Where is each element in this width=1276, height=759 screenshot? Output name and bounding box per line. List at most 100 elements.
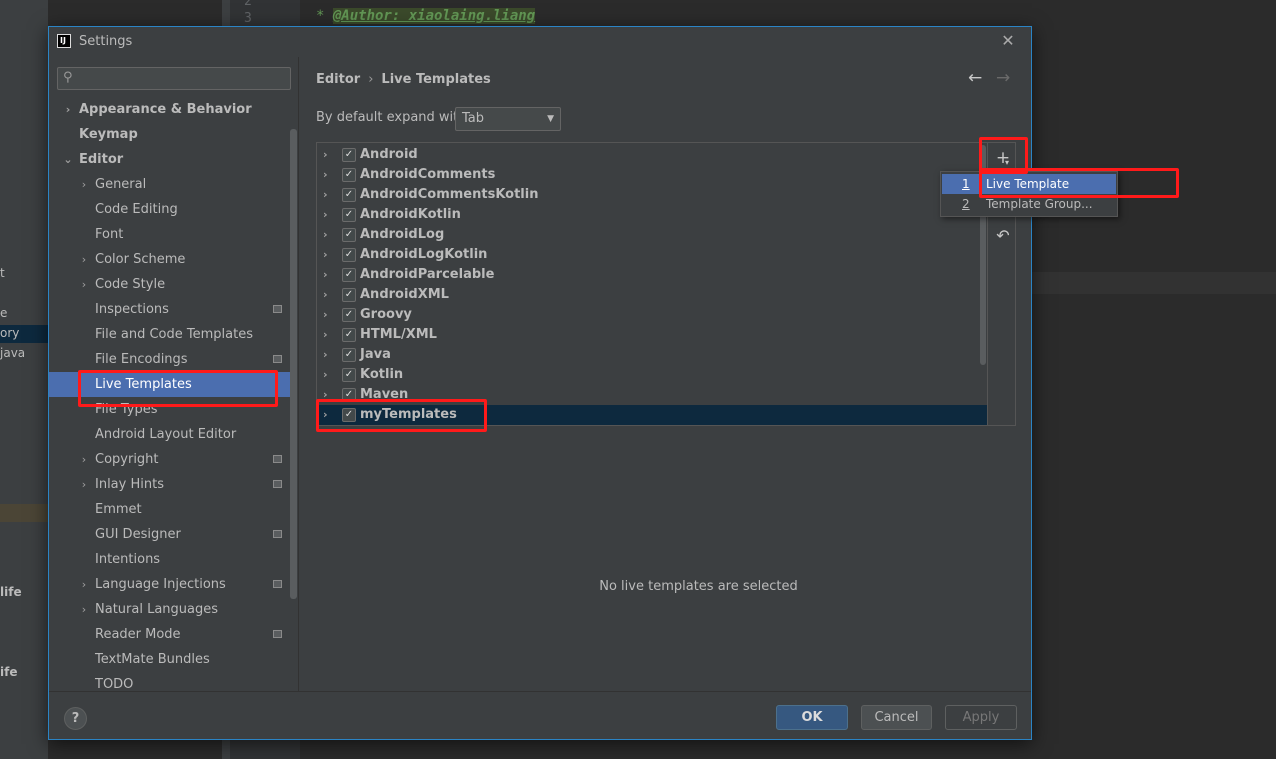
template-group-name: AndroidLogKotlin — [360, 247, 488, 262]
sidebar-item-label: Natural Languages — [95, 602, 219, 617]
chevron-right-icon[interactable]: › — [323, 365, 328, 385]
chevron-right-icon[interactable]: › — [78, 447, 90, 472]
template-group-row[interactable]: › ✓ AndroidXML — [317, 285, 987, 305]
apply-button[interactable]: Apply — [945, 705, 1017, 730]
intellij-app-icon: IJ — [57, 34, 71, 48]
chevron-right-icon[interactable]: › — [323, 225, 328, 245]
chevron-right-icon[interactable]: › — [323, 185, 328, 205]
project-settings-icon — [273, 455, 282, 463]
sidebar-item[interactable]: Intentions — [49, 547, 291, 572]
sidebar-item[interactable]: Font — [49, 222, 291, 247]
chevron-down-icon[interactable]: ⌄ — [62, 147, 74, 172]
sidebar-item[interactable]: › Inlay Hints — [49, 472, 291, 497]
group-checkbox[interactable]: ✓ — [342, 188, 356, 202]
sidebar-item[interactable]: Code Editing — [49, 197, 291, 222]
sidebar-item[interactable]: ⌄ Editor — [49, 147, 291, 172]
sidebar-item[interactable]: › Code Style — [49, 272, 291, 297]
chevron-right-icon[interactable]: › — [78, 172, 90, 197]
sidebar-item[interactable]: › Appearance & Behavior — [49, 99, 291, 122]
sidebar-item-label: File and Code Templates — [95, 327, 253, 342]
background-sidebar-text: life — [0, 585, 22, 599]
sidebar-item[interactable]: GUI Designer — [49, 522, 291, 547]
sidebar-item[interactable]: TextMate Bundles — [49, 647, 291, 672]
project-settings-icon — [273, 305, 282, 313]
template-group-row[interactable]: › ✓ AndroidKotlin — [317, 205, 987, 225]
template-group-row[interactable]: › ✓ Kotlin — [317, 365, 987, 385]
close-icon[interactable]: ✕ — [999, 32, 1017, 50]
chevron-right-icon[interactable]: › — [323, 245, 328, 265]
sidebar-item-label: TODO — [95, 677, 134, 689]
sidebar-item[interactable]: Keymap — [49, 122, 291, 147]
sidebar-item[interactable]: › Natural Languages — [49, 597, 291, 622]
chevron-right-icon[interactable]: › — [323, 285, 328, 305]
chevron-right-icon[interactable]: › — [78, 572, 90, 597]
sidebar-item[interactable]: Android Layout Editor — [49, 422, 291, 447]
chevron-right-icon[interactable]: › — [323, 265, 328, 285]
chevron-right-icon[interactable]: › — [323, 305, 328, 325]
chevron-right-icon[interactable]: › — [78, 597, 90, 622]
group-checkbox[interactable]: ✓ — [342, 148, 356, 162]
chevron-right-icon[interactable]: › — [78, 272, 90, 297]
group-checkbox[interactable]: ✓ — [342, 308, 356, 322]
group-checkbox[interactable]: ✓ — [342, 228, 356, 242]
settings-search-input[interactable] — [80, 69, 285, 88]
sidebar-item[interactable]: File and Code Templates — [49, 322, 291, 347]
sidebar-item[interactable]: › Language Injections — [49, 572, 291, 597]
chevron-right-icon[interactable]: › — [323, 165, 328, 185]
cancel-button[interactable]: Cancel — [861, 705, 932, 730]
template-group-row[interactable]: › ✓ AndroidCommentsKotlin — [317, 185, 987, 205]
group-checkbox[interactable]: ✓ — [342, 268, 356, 282]
sidebar-item[interactable]: Inspections — [49, 297, 291, 322]
template-group-row[interactable]: › ✓ Java — [317, 345, 987, 365]
template-group-row[interactable]: › ✓ Groovy — [317, 305, 987, 325]
project-settings-icon — [273, 355, 282, 363]
chevron-right-icon[interactable]: › — [78, 472, 90, 497]
sidebar-item[interactable]: › Copyright — [49, 447, 291, 472]
dialog-titlebar: IJ Settings ✕ — [49, 27, 1031, 57]
sidebar-scrollbar[interactable] — [290, 129, 297, 599]
search-icon: ⚲ — [63, 70, 73, 85]
group-checkbox[interactable]: ✓ — [342, 248, 356, 262]
background-code-comment: * @Author: xiaolaing.liang — [316, 8, 536, 24]
template-group-row[interactable]: › ✓ AndroidComments — [317, 165, 987, 185]
project-settings-icon — [273, 480, 282, 488]
chevron-right-icon[interactable]: › — [62, 99, 74, 122]
sidebar-item[interactable]: TODO — [49, 672, 291, 689]
sidebar-item-label: Emmet — [95, 502, 142, 517]
template-group-row[interactable]: › ✓ AndroidLogKotlin — [317, 245, 987, 265]
sidebar-item[interactable]: File Encodings — [49, 347, 291, 372]
restore-defaults-icon[interactable]: ↶ — [992, 225, 1014, 247]
template-group-row[interactable]: › ✓ AndroidParcelable — [317, 265, 987, 285]
group-checkbox[interactable]: ✓ — [342, 368, 356, 382]
sidebar-item[interactable]: › Color Scheme — [49, 247, 291, 272]
sidebar-item[interactable]: Emmet — [49, 497, 291, 522]
sidebar-item[interactable]: Reader Mode — [49, 622, 291, 647]
sidebar-item[interactable]: › General — [49, 172, 291, 197]
back-arrow-icon[interactable]: ← — [968, 68, 982, 88]
settings-search-field[interactable]: ⚲ — [57, 67, 291, 90]
template-group-name: Kotlin — [360, 367, 404, 382]
background-sidebar-text: ife — [0, 665, 18, 679]
chevron-right-icon[interactable]: › — [323, 205, 328, 225]
chevron-right-icon[interactable]: › — [323, 145, 328, 165]
template-group-row[interactable]: › ✓ Android — [317, 145, 987, 165]
ok-button[interactable]: OK — [776, 705, 848, 730]
expand-with-select[interactable]: Tab ▼ — [455, 107, 561, 131]
template-group-name: AndroidXML — [360, 287, 449, 302]
group-checkbox[interactable]: ✓ — [342, 348, 356, 362]
chevron-right-icon[interactable]: › — [323, 325, 328, 345]
breadcrumb-editor[interactable]: Editor — [316, 72, 360, 87]
empty-selection-message: No live templates are selected — [300, 579, 1031, 594]
template-group-row[interactable]: › ✓ AndroidLog — [317, 225, 987, 245]
group-checkbox[interactable]: ✓ — [342, 288, 356, 302]
group-checkbox[interactable]: ✓ — [342, 168, 356, 182]
template-group-row[interactable]: › ✓ HTML/XML — [317, 325, 987, 345]
empty-message-text: No live templates are selected — [599, 579, 798, 594]
help-button[interactable]: ? — [64, 707, 87, 730]
chevron-right-icon[interactable]: › — [323, 345, 328, 365]
group-checkbox[interactable]: ✓ — [342, 328, 356, 342]
chevron-right-icon[interactable]: › — [78, 247, 90, 272]
group-checkbox[interactable]: ✓ — [342, 208, 356, 222]
sidebar-item-label: Android Layout Editor — [95, 427, 237, 442]
template-group-list: › ✓ Android › ✓ AndroidComments › ✓ AndroidComme… — [316, 142, 988, 426]
